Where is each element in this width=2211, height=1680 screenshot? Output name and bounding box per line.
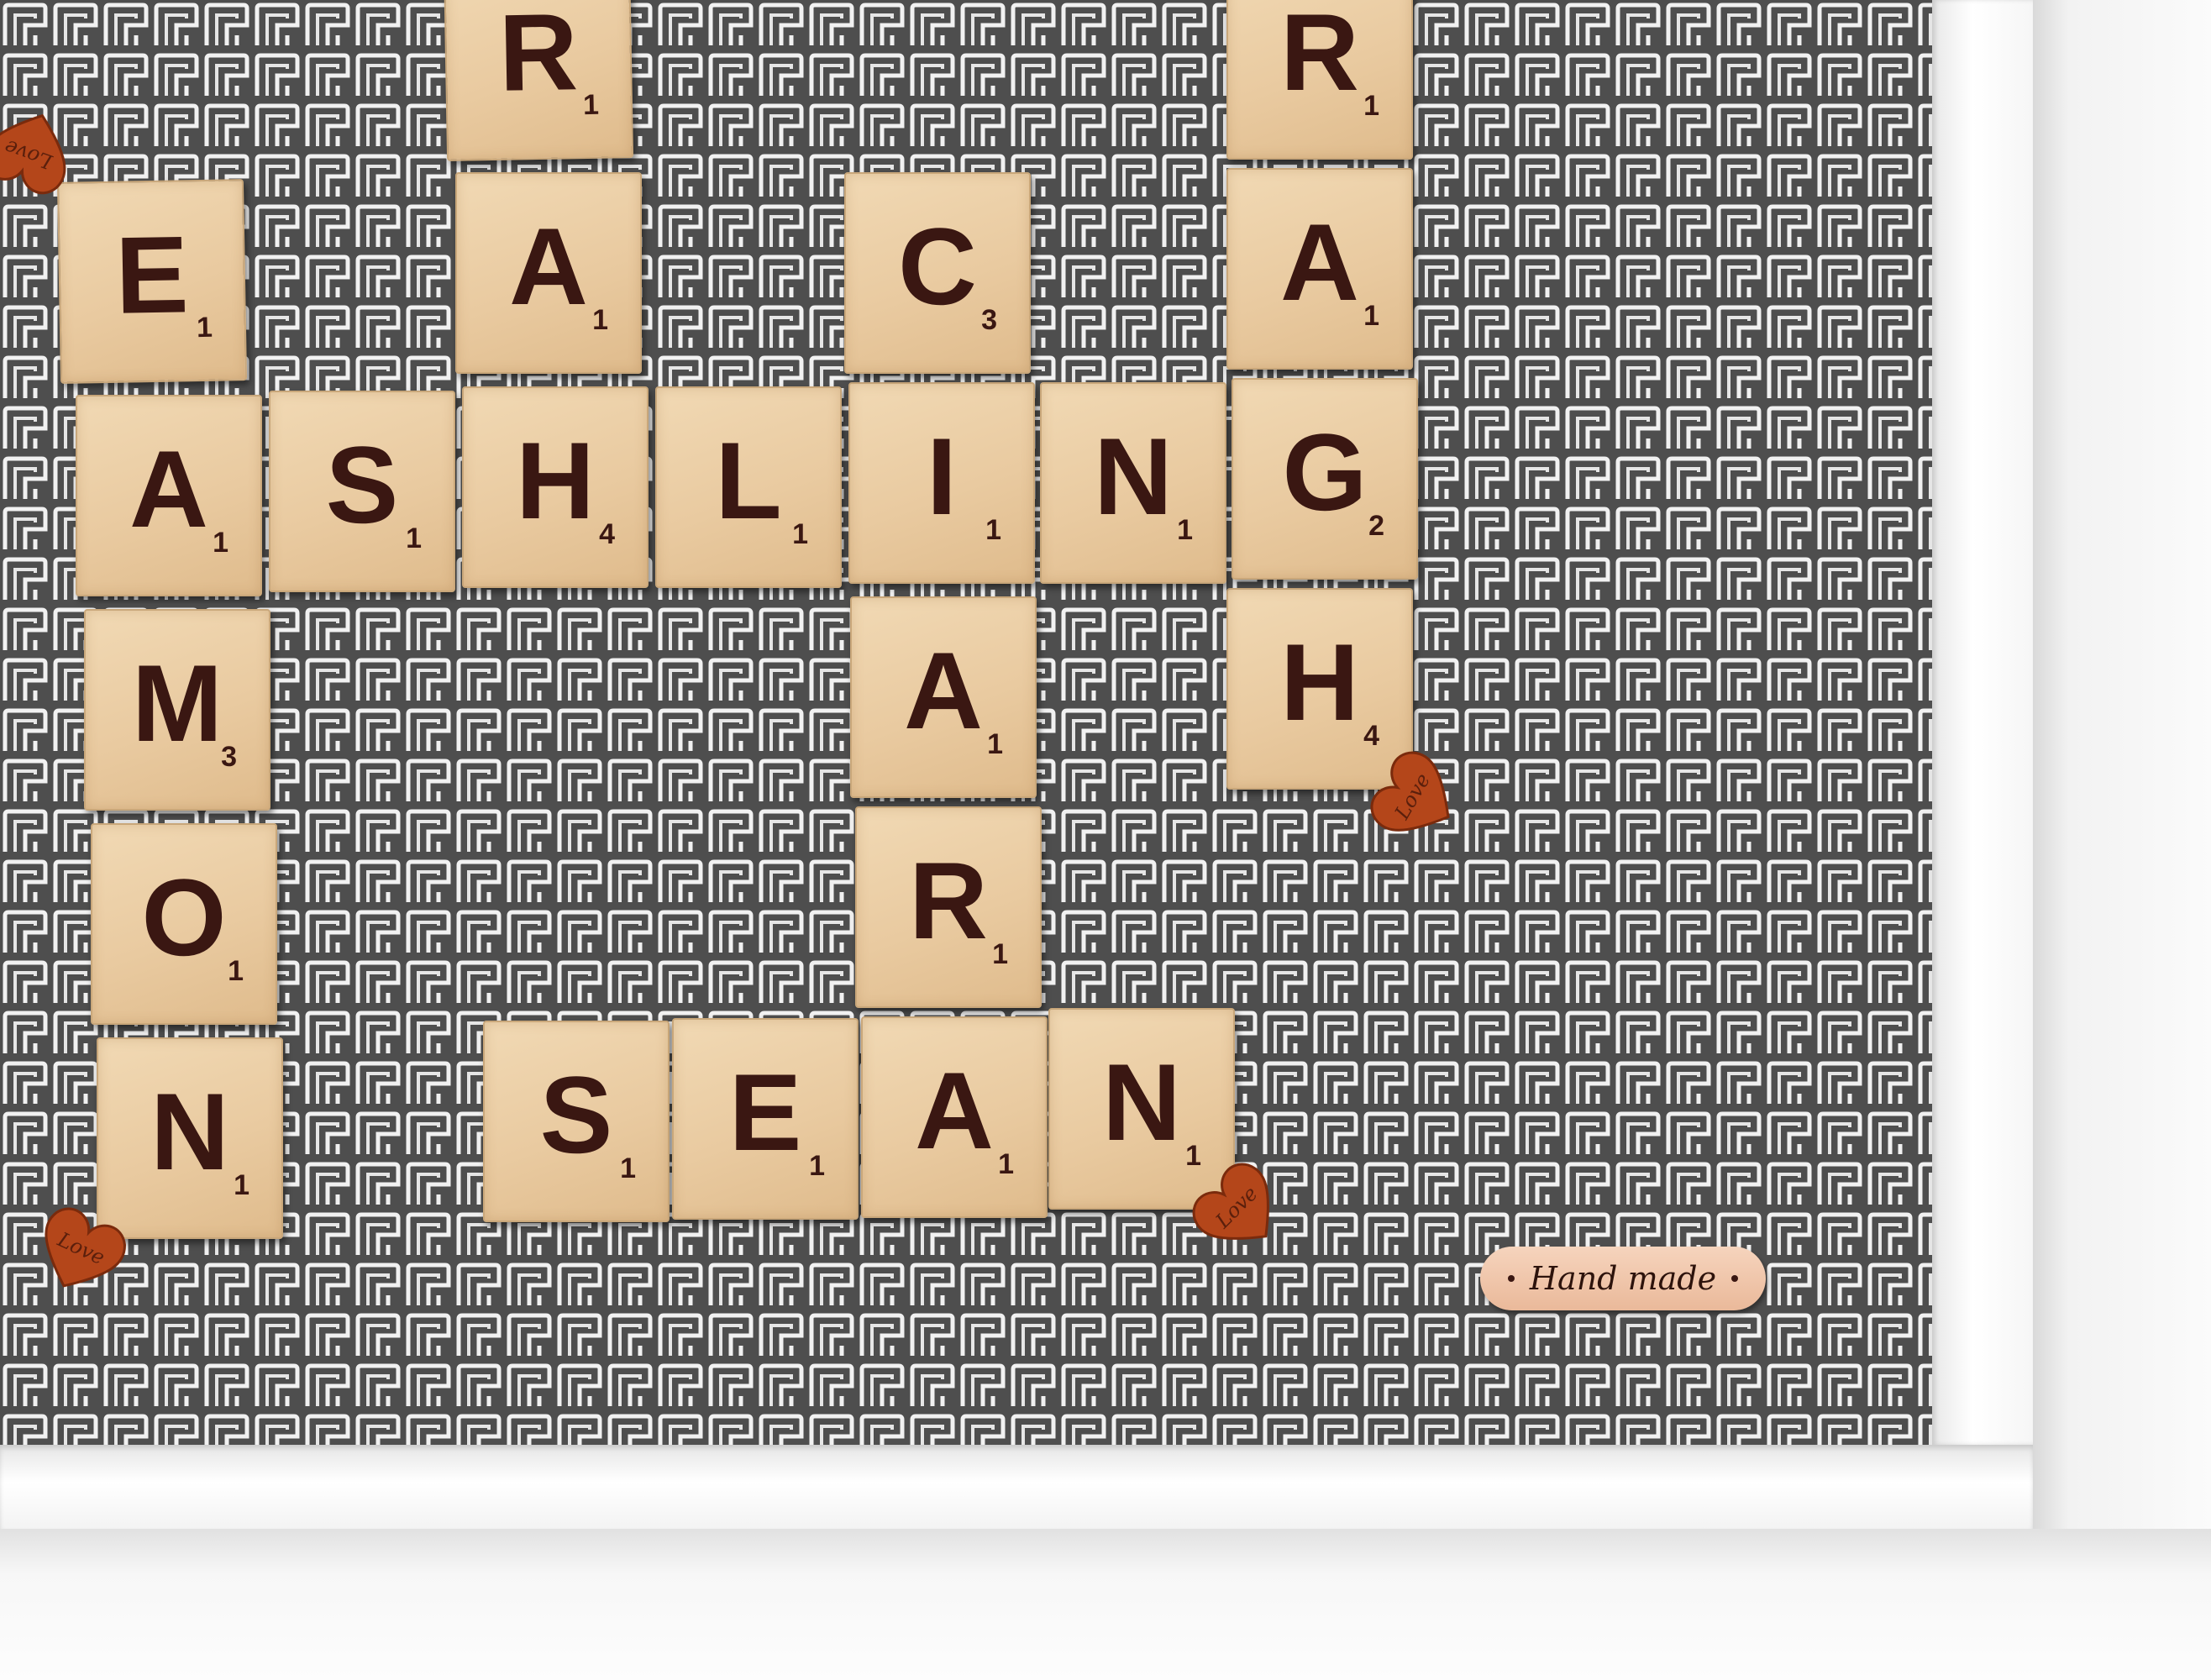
tile-letter: A <box>129 428 208 550</box>
badge-dot-icon <box>1507 1275 1515 1282</box>
tile: C 3 <box>844 172 1031 374</box>
tile-letter: A <box>915 1049 994 1172</box>
tile-letter: E <box>728 1051 802 1173</box>
tile-score: 4 <box>1363 720 1379 752</box>
tile: N 1 <box>1040 382 1226 584</box>
frame-outer-bottom <box>0 1529 2211 1680</box>
tile: I 1 <box>848 382 1035 584</box>
tile: A 1 <box>455 172 642 374</box>
tile-score: 1 <box>1185 1140 1201 1172</box>
frame-outer-right <box>2033 0 2211 1680</box>
tile-letter: L <box>715 419 782 542</box>
tile: A 1 <box>76 395 262 596</box>
tile-score: 1 <box>1363 300 1379 332</box>
tile: A 1 <box>861 1016 1048 1218</box>
tile: S 1 <box>269 391 455 592</box>
tile-letter: A <box>904 629 983 752</box>
tile-letter: O <box>141 856 227 979</box>
tile-score: 1 <box>196 311 213 344</box>
tile-letter: R <box>497 0 580 114</box>
tile-letter: R <box>909 839 988 962</box>
tile-letter: E <box>114 213 190 337</box>
tile: S 1 <box>483 1021 670 1222</box>
tile-letter: H <box>1280 621 1359 743</box>
tile-score: 2 <box>1368 510 1384 542</box>
tile: N 1 <box>97 1037 283 1239</box>
tile: R 1 <box>443 0 634 161</box>
tile-letter: I <box>926 415 958 538</box>
tile: M 3 <box>84 609 270 811</box>
tile-letter: H <box>516 419 595 542</box>
tile-score: 1 <box>1177 514 1193 546</box>
tile-letter: A <box>509 205 588 328</box>
tile: H 4 <box>462 386 649 588</box>
tile-score: 1 <box>592 304 608 336</box>
tile-score: 3 <box>221 741 237 773</box>
tile: L 1 <box>655 386 842 588</box>
tile-letter: N <box>150 1070 229 1193</box>
tile-letter: N <box>1094 415 1173 538</box>
frame-inner-right-edge <box>1932 0 2033 1445</box>
tile: G 2 <box>1232 378 1418 580</box>
tile-letter: N <box>1102 1041 1181 1163</box>
tile-score: 1 <box>992 938 1008 970</box>
tile: E 1 <box>56 179 248 384</box>
tile-score: 3 <box>981 304 997 336</box>
tile-score: 1 <box>809 1150 825 1182</box>
tile-letter: R <box>1280 0 1359 113</box>
tile-score: 1 <box>228 955 244 987</box>
badge-label: Hand made <box>1529 1260 1717 1297</box>
badge-dot-icon <box>1731 1275 1739 1282</box>
tile: E 1 <box>672 1018 859 1220</box>
tile: R 1 <box>855 806 1042 1008</box>
scrabble-frame-photo: R 1 A 1 R 1 A 1 H 4 E 1 A 1 M 3 O 1 N 1 … <box>0 0 2211 1680</box>
frame-inner-bottom-edge <box>0 1445 2033 1529</box>
tile: H 4 <box>1226 588 1413 790</box>
tile-letter: A <box>1280 201 1359 323</box>
tile: A 1 <box>850 596 1037 798</box>
tile-letter: C <box>898 205 977 328</box>
tile-score: 1 <box>792 518 808 550</box>
tile-score: 1 <box>406 522 422 554</box>
tile-score: 1 <box>582 88 600 122</box>
tile-letter: M <box>131 642 223 764</box>
tile-score: 1 <box>620 1152 636 1184</box>
tile-letter: G <box>1282 411 1368 533</box>
tile-score: 1 <box>987 728 1003 760</box>
tile: O 1 <box>91 823 277 1025</box>
tile-score: 1 <box>234 1169 249 1201</box>
tile-score: 1 <box>985 514 1001 546</box>
tile-letter: S <box>325 423 399 546</box>
tile-letter: S <box>539 1053 613 1176</box>
tile-score: 1 <box>1363 90 1379 122</box>
tile-score: 1 <box>998 1148 1014 1180</box>
tile: N 1 <box>1048 1008 1235 1210</box>
tile: A 1 <box>1226 168 1413 370</box>
tile-score: 4 <box>599 518 615 550</box>
tile: R 1 <box>1226 0 1413 160</box>
tile-score: 1 <box>213 527 228 559</box>
handmade-badge: Hand made <box>1480 1247 1766 1310</box>
